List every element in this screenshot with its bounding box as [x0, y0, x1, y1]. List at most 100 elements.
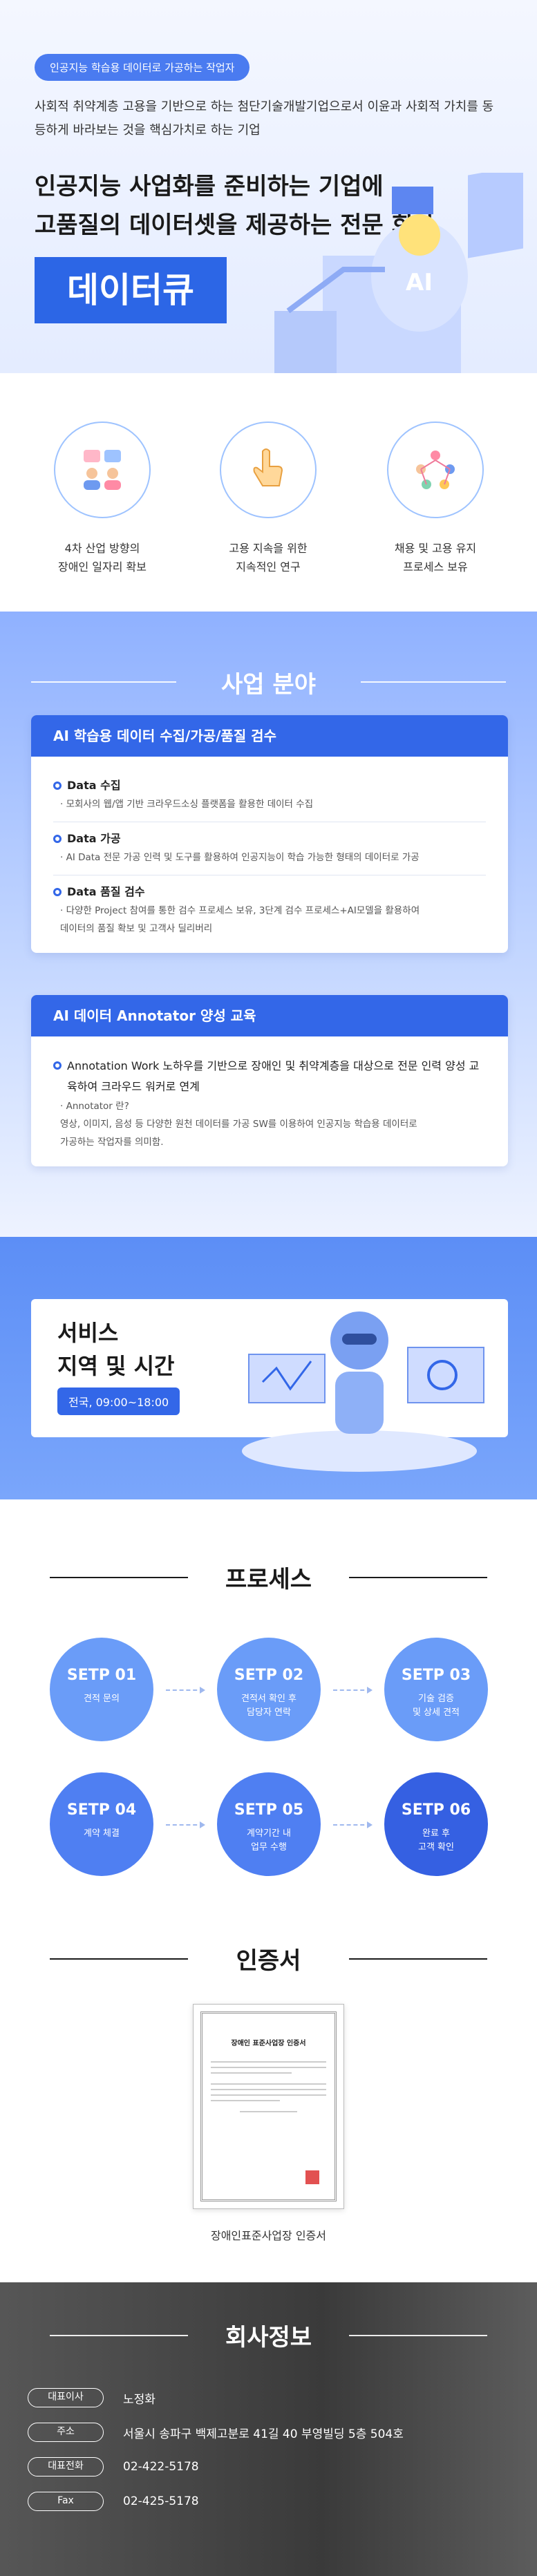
step-desc-line-1: 계약기간 내	[247, 1828, 291, 1839]
value-1-line-1: 4차 산업 방향의	[64, 542, 140, 555]
step-desc: 견적서 확인 후담당자 연락	[217, 1692, 321, 1720]
step-desc: 견적 문의	[50, 1692, 153, 1706]
title-line-right	[349, 1577, 487, 1578]
value-3-line-2: 프로세스 보유	[403, 560, 468, 574]
service-title-line-1: 서비스	[57, 1320, 119, 1346]
bullet-icon	[53, 1061, 62, 1070]
row-label: 대표이사	[28, 2388, 104, 2407]
value-item-2: 고용 지속을 위한지속적인 연구	[199, 422, 337, 576]
step-number: SETP 04	[66, 1801, 137, 1819]
company-row-phone: 대표전화 02-422-5178	[28, 2456, 199, 2477]
item-title: Data 가공	[67, 832, 121, 845]
step-desc: 계약기간 내업무 수행	[217, 1827, 321, 1855]
step-desc-line-1: 기술 검증	[418, 1694, 454, 1704]
certificate-document: 장애인 표준사업장 인증서	[193, 2004, 344, 2209]
item-desc: · AI Data 전문 가공 인력 및 도구를 활용하여 인공지능이 학습 가…	[60, 852, 420, 863]
people-chat-icon	[54, 422, 151, 518]
company-row-ceo: 대표이사 노정화	[28, 2387, 156, 2408]
title-line-right	[349, 2335, 487, 2336]
brand-name: 데이터큐	[35, 257, 227, 323]
process-step-6: SETP 06 완료 후고객 확인	[384, 1772, 488, 1876]
item-desc: · 모회사의 웹/앱 기반 크라우드소싱 플랫폼을 활용한 데이터 수집	[60, 799, 314, 810]
process-step-4: SETP 04 계약 체결	[50, 1772, 153, 1876]
value-2-line-2: 지속적인 연구	[236, 560, 301, 574]
step-desc-line-2: 담당자 연락	[247, 1707, 291, 1718]
card-header: AI 학습용 데이터 수집/가공/품질 검수	[31, 715, 508, 757]
business-card-data: AI 학습용 데이터 수집/가공/품질 검수 Data 수집 · 모회사의 웹/…	[31, 715, 508, 953]
company-row-fax: Fax 02-425-5178	[28, 2491, 199, 2512]
robot-illustration	[242, 1311, 484, 1472]
item-title: Data 품질 검수	[67, 885, 145, 898]
row-label: 대표전화	[28, 2457, 104, 2476]
process-section: 프로세스 SETP 01 견적 문의 SETP 02 견적서 확인 후 담당자 연락 SE…	[0, 1499, 537, 1907]
row-label: Fax	[28, 2492, 104, 2511]
item-desc: · Annotator 란?	[60, 1101, 129, 1112]
row-value: 02-422-5178	[123, 2460, 199, 2474]
step-number: SETP 02	[234, 1667, 304, 1684]
business-item: Data 수집 · 모회사의 웹/앱 기반 크라우드소싱 플랫폼을 활용한 데이…	[53, 769, 486, 822]
stamp-icon	[305, 2170, 319, 2184]
arrow-right-icon	[166, 1821, 205, 1828]
value-2-line-1: 고용 지속을 위한	[229, 542, 308, 555]
step-desc: 기술 검증및 상세 견적	[384, 1692, 488, 1720]
hero-section: 인공지능 학습용 데이터로 가공하는 작업자 사회적 취약계층 고용을 기반으로…	[0, 0, 537, 373]
values-section: 4차 산업 방향의장애인 일자리 확보 고용 지속을 위한지속적인 연구 채용 …	[0, 373, 537, 612]
bullet-icon	[53, 835, 62, 843]
item-desc: 데이터의 품질 확보 및 고객사 딜리버리	[60, 923, 213, 934]
step-desc-line-2: 고객 확인	[418, 1842, 454, 1853]
certificate-caption: 장애인표준사업장 인증서	[210, 2229, 326, 2242]
step-desc: 완료 후고객 확인	[384, 1827, 488, 1855]
cert-section: 인증서 장애인 표준사업장 인증서 장애인표준사업장 인증서	[0, 1907, 537, 2282]
people-network-icon	[387, 422, 484, 518]
item-desc: · 다양한 Project 참여를 통한 검수 프로세스 보유, 3단계 검수 …	[60, 905, 420, 916]
bullet-icon	[53, 888, 62, 896]
process-step-5: SETP 05 계약기간 내업무 수행	[217, 1772, 321, 1876]
row-value: 노정화	[123, 2392, 156, 2407]
step-number: SETP 05	[234, 1801, 304, 1819]
bullet-icon	[53, 782, 62, 790]
arrow-right-icon	[333, 1687, 373, 1694]
step-desc-line-1: 견적 문의	[84, 1694, 120, 1704]
step-desc-line-1: 계약 체결	[84, 1828, 120, 1839]
ai-head-illustration: AI	[274, 173, 523, 373]
business-item: Data 품질 검수 · 다양한 Project 참여를 통한 검수 프로세스 …	[53, 875, 486, 946]
hero-intro: 사회적 취약계층 고용을 기반으로 하는 첨단기술개발기업으로서 이윤과 사회적…	[35, 100, 494, 138]
ai-label: AI	[406, 269, 433, 296]
value-item-3: 채용 및 고용 유지프로세스 보유	[366, 422, 505, 576]
item-desc: 가공하는 작업자를 의미함.	[60, 1137, 164, 1148]
title-line-right	[349, 1958, 487, 1960]
service-section: 서비스 지역 및 시간 전국, 09:00~18:00	[0, 1237, 537, 1499]
item-title: Data 수집	[67, 779, 121, 792]
service-title: 서비스 지역 및 시간	[57, 1316, 174, 1383]
hero-pill: 인공지능 학습용 데이터로 가공하는 작업자	[35, 54, 250, 81]
process-step-1: SETP 01 견적 문의	[50, 1638, 153, 1741]
step-desc-line-2: 업무 수행	[251, 1842, 287, 1853]
card-header: AI 데이터 Annotator 양성 교육	[31, 995, 508, 1036]
business-item: Data 가공 · AI Data 전문 가공 인력 및 도구를 활용하여 인공…	[53, 822, 486, 875]
service-title-line-2: 지역 및 시간	[57, 1353, 175, 1379]
arrow-right-icon	[166, 1687, 205, 1694]
step-desc: 계약 체결	[50, 1827, 153, 1841]
step-desc-line-1: 견적서 확인 후	[241, 1694, 297, 1704]
process-step-2: SETP 02 견적서 확인 후담당자 연락	[217, 1638, 321, 1741]
company-row-address: 주소 서울시 송파구 백제고분로 41길 40 부영빌딩 5층 504호	[28, 2422, 404, 2443]
step-desc-line-2: 및 상세 견적	[412, 1707, 460, 1718]
item-desc: 영상, 이미지, 음성 등 다양한 원천 데이터를 가공 SW를 이용하여 인공…	[60, 1119, 417, 1130]
step-number: SETP 06	[401, 1801, 471, 1819]
business-item: Annotation Work 노하우를 기반으로 장애인 및 취약계층을 대상…	[53, 1049, 486, 1159]
value-item-1: 4차 산업 방향의장애인 일자리 확보	[33, 422, 171, 576]
service-time: 전국, 09:00~18:00	[57, 1388, 180, 1415]
company-section: 회사정보 대표이사 노정화 주소 서울시 송파구 백제고분로 41길 40 부영…	[0, 2282, 537, 2576]
arrow-right-icon	[333, 1821, 373, 1828]
value-1-line-2: 장애인 일자리 확보	[58, 560, 147, 574]
step-desc-line-1: 완료 후	[422, 1828, 450, 1839]
value-3-line-1: 채용 및 고용 유지	[394, 542, 477, 555]
row-label: 주소	[28, 2423, 104, 2442]
hand-pointer-icon	[220, 422, 317, 518]
step-number: SETP 03	[401, 1667, 471, 1684]
business-section: 사업 분야 AI 학습용 데이터 수집/가공/품질 검수 Data 수집 · 모…	[0, 612, 537, 1237]
title-line-right	[361, 681, 506, 683]
row-value: 02-425-5178	[123, 2494, 199, 2508]
step-number: SETP 01	[66, 1667, 137, 1684]
process-step-3: SETP 03 기술 검증및 상세 견적	[384, 1638, 488, 1741]
